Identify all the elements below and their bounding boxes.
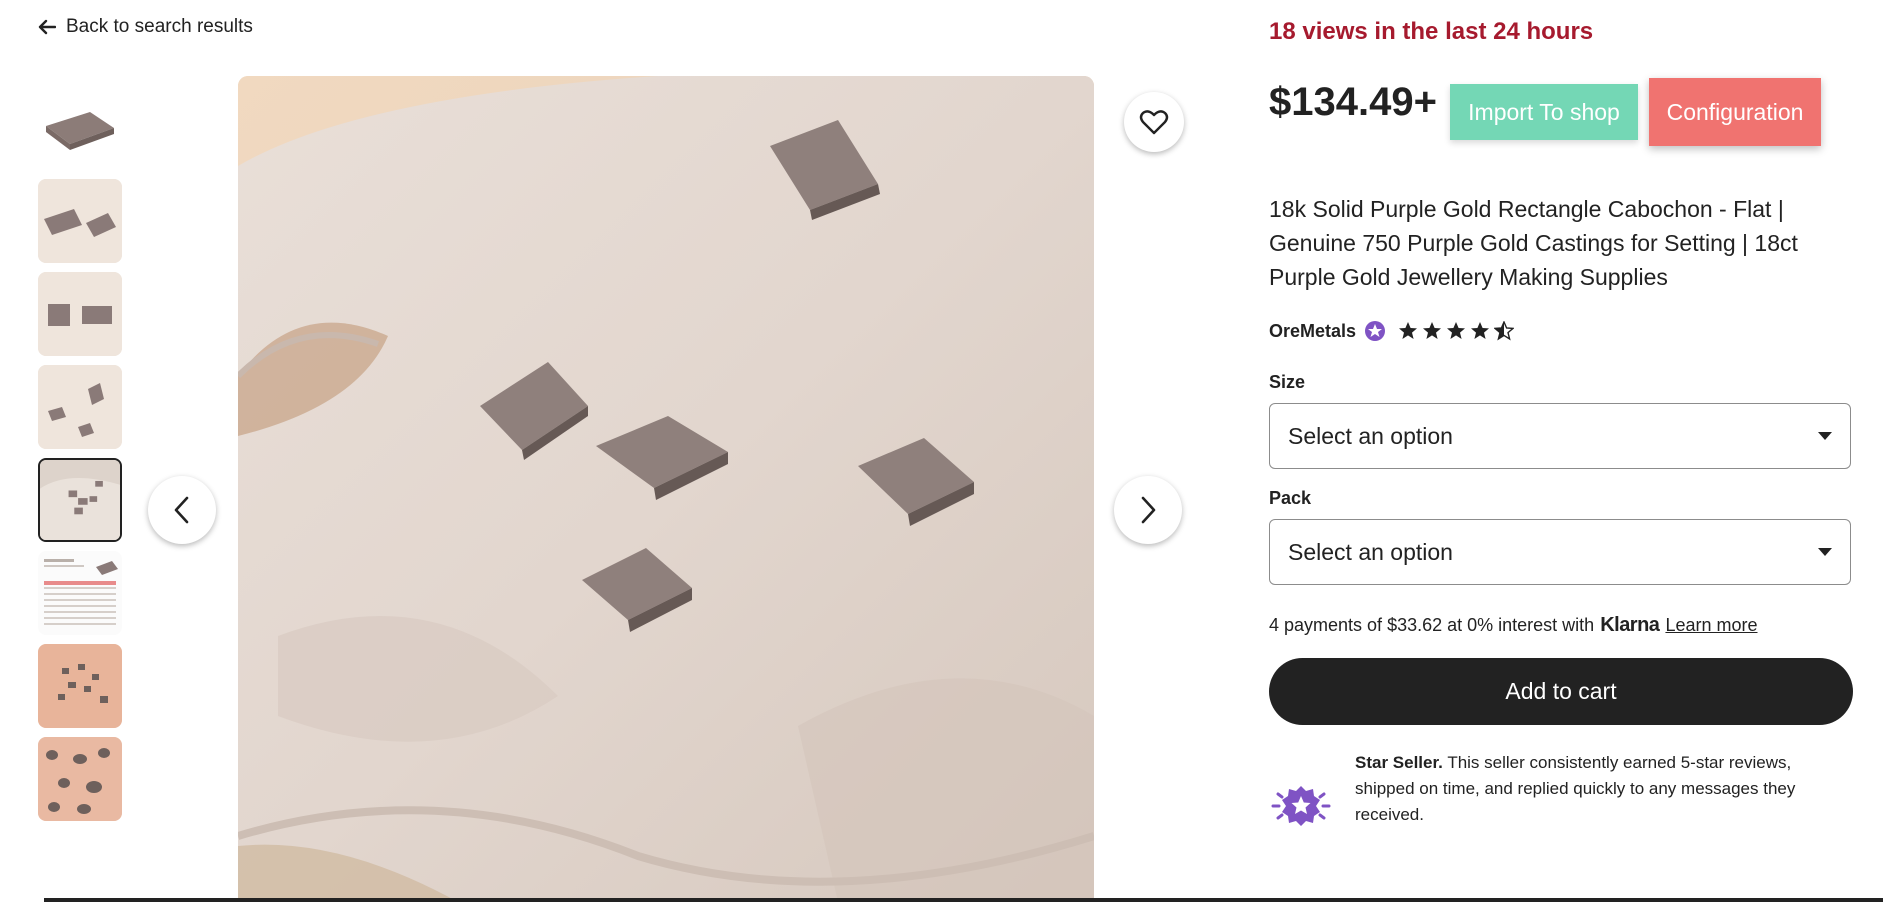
thumbnail-1[interactable] [38,86,122,170]
star-seller-text: Star Seller. This seller consistently ea… [1355,750,1849,838]
star-badge-icon [1365,321,1386,341]
pack-select[interactable]: Select an option [1269,519,1851,585]
klarna-payments: 4 payments of $33.62 at 0% interest with… [1269,614,1758,637]
shop-info: OreMetals [1269,320,1515,342]
thumbnail-2[interactable] [38,179,122,263]
chevron-left-icon [174,496,189,524]
product-title: 18k Solid Purple Gold Rectangle Cabochon… [1269,196,1798,290]
thumbnail-image [38,644,122,728]
star-full-icon [1471,322,1490,339]
thumbnail-image [38,737,122,821]
thumbnail-image [38,365,122,449]
star-full-icon [1447,322,1466,339]
thumbnail-6[interactable] [38,551,122,635]
star-half-icon [1494,321,1515,341]
caret-down-icon [1818,548,1832,556]
page-bottom-divider [44,898,1883,902]
import-to-shop-button[interactable]: Import To shop [1450,84,1638,140]
size-select[interactable]: Select an option [1269,403,1851,469]
star-seller-badge-icon [1271,786,1331,826]
chevron-right-icon [1141,496,1156,524]
klarna-logo: Klarna [1600,614,1660,636]
star-seller-title: Star Seller. [1355,753,1443,772]
main-product-image[interactable] [238,76,1094,902]
rating-stars[interactable] [1398,321,1515,341]
thumbnail-image [38,551,122,635]
back-to-search-link[interactable]: Back to search results [38,16,253,38]
add-to-cart-button[interactable]: Add to cart [1269,658,1853,725]
thumbnail-image [40,460,120,540]
klarna-text: 4 payments of $33.62 at 0% interest with [1269,615,1595,635]
star-seller-info: Star Seller. This seller consistently ea… [1269,750,1849,838]
thumbnail-7[interactable] [38,644,122,728]
favorite-button[interactable] [1124,92,1184,152]
configuration-button[interactable]: Configuration [1649,78,1821,146]
caret-down-icon [1818,432,1832,440]
pack-select-value: Select an option [1288,538,1453,565]
star-full-icon [1423,322,1442,339]
heart-icon [1139,110,1169,135]
previous-image-button[interactable] [148,476,216,544]
thumbnail-5[interactable] [38,458,122,542]
arrow-left-icon [38,19,56,35]
thumbnail-8[interactable] [38,737,122,821]
price: $134.49+ [1269,80,1437,124]
thumbnail-3[interactable] [38,272,122,356]
size-select-value: Select an option [1288,422,1453,449]
views-notice: 18 views in the last 24 hours [1269,18,1594,45]
size-label: Size [1269,372,1306,392]
back-link-label: Back to search results [66,16,253,37]
learn-more-link[interactable]: Learn more [1665,615,1757,636]
pack-label: Pack [1269,488,1312,508]
thumbnail-image [38,272,122,356]
product-photo [238,76,1094,902]
thumbnail-image [38,179,122,263]
star-full-icon [1399,322,1418,339]
thumbnail-image [46,112,114,150]
shop-name-link[interactable]: OreMetals [1269,321,1356,342]
thumbnail-strip [38,86,124,830]
thumbnail-4[interactable] [38,365,122,449]
next-image-button[interactable] [1114,476,1182,544]
